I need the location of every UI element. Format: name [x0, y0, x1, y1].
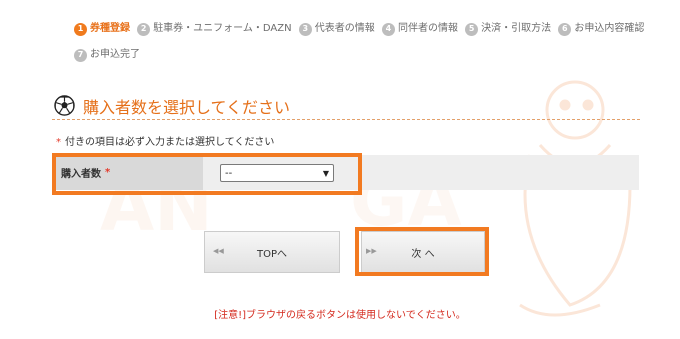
chevron-down-icon: ▼ — [322, 168, 329, 178]
step-navigation: 1 券種登録 2 駐車券・ユニフォーム・DAZN 3 代表者の情報 4 同伴者の… — [74, 19, 654, 71]
top-button-label: TOPへ — [256, 248, 287, 260]
purchaser-count-value: -- — [225, 167, 233, 179]
next-button-label: 次 へ — [411, 248, 435, 260]
step-6: 6 お申込内容確認 — [558, 19, 644, 39]
purchaser-count-row: 購入者数 * -- ▼ — [53, 155, 639, 190]
page-title: 購入者数を選択してください — [83, 97, 291, 117]
next-button[interactable]: ▶▶ 次 へ — [361, 231, 485, 273]
step-number: 4 — [381, 22, 395, 36]
step-number: 2 — [137, 22, 151, 36]
page: AN GA 1 券種登録 2 駐車券・ユニフォーム・DAZN 3 代表者の情報 … — [0, 0, 680, 339]
purchaser-count-label-cell: 購入者数 * — [53, 155, 203, 190]
step-4: 4 同伴者の情報 — [381, 19, 458, 39]
step-label: お申込内容確認 — [574, 23, 645, 34]
step-label: 券種登録 — [90, 23, 130, 34]
step-number: 6 — [558, 22, 572, 36]
step-number: 7 — [74, 48, 87, 62]
step-number: 5 — [465, 22, 479, 36]
purchaser-count-label: 購入者数 — [61, 169, 101, 180]
purchaser-count-select[interactable]: -- ▼ — [220, 164, 334, 182]
step-number: 3 — [298, 22, 312, 36]
top-button[interactable]: ◀◀ TOPへ — [204, 231, 340, 273]
required-note-text: 付きの項目は必ず入力または選択してください — [65, 137, 275, 148]
step-label: 駐車券・ユニフォーム・DAZN — [153, 23, 292, 34]
required-marker: * — [56, 137, 61, 148]
step-7: 7 お申込完了 — [74, 45, 140, 65]
double-arrow-left-icon: ◀◀ — [213, 247, 224, 255]
step-5: 5 決済・引取方法 — [465, 19, 551, 39]
soccer-ball-icon — [54, 95, 75, 116]
step-number: 1 — [74, 22, 87, 36]
step-3: 3 代表者の情報 — [298, 19, 375, 39]
step-2: 2 駐車券・ユニフォーム・DAZN — [137, 19, 292, 39]
step-label: 同伴者の情報 — [397, 23, 458, 34]
step-1: 1 券種登録 — [74, 19, 130, 39]
step-label: お申込完了 — [90, 49, 140, 60]
step-label: 決済・引取方法 — [481, 23, 552, 34]
required-marker: * — [105, 167, 111, 178]
step-label: 代表者の情報 — [314, 23, 375, 34]
required-note: * 付きの項目は必ず入力または選択してください — [56, 133, 274, 148]
back-button-warning: [注意!]ブラウザの戻るボタンは使用しないでください。 — [214, 310, 466, 321]
section-heading: 購入者数を選択してください — [52, 92, 640, 120]
double-arrow-right-icon: ▶▶ — [366, 247, 377, 255]
